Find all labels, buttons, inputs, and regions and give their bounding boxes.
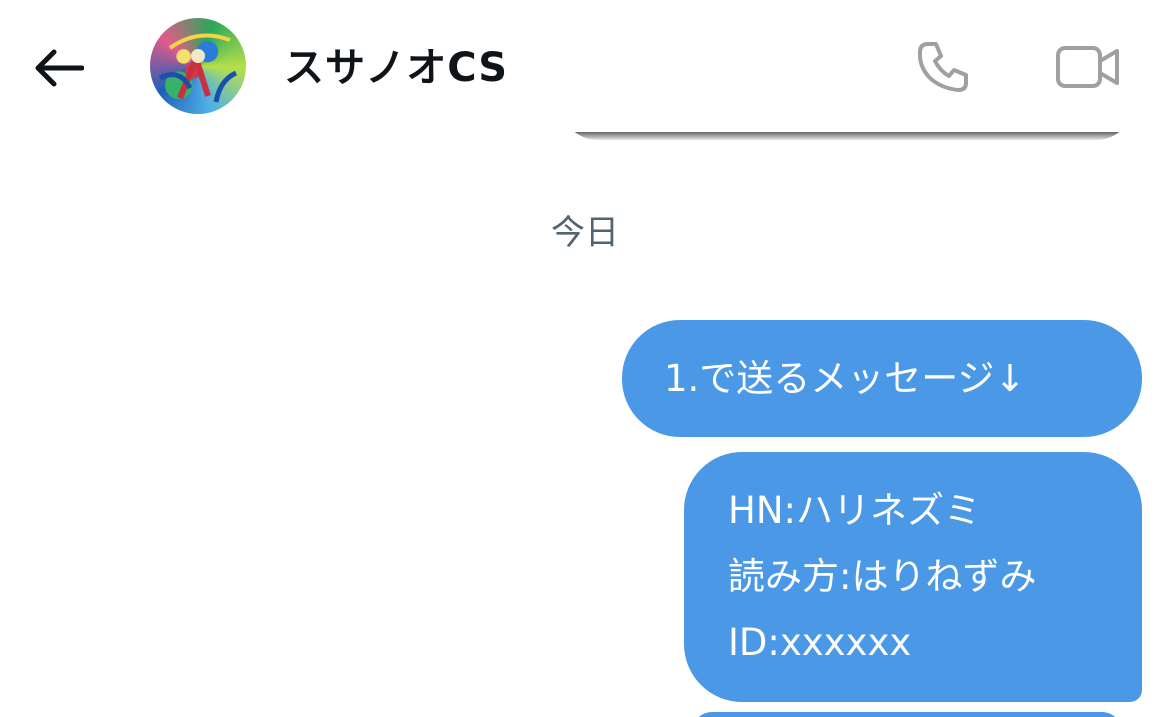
message-text: 1.で送るメッセージ↓ (664, 357, 1026, 400)
conversation-header: スサノオCS (0, 0, 1170, 132)
video-camera-icon (1056, 46, 1119, 88)
phone-icon (917, 42, 968, 92)
dm-conversation-screen: スサノオCS 今日 1.で送るメッセージ↓ HN:ハリネズミ 読み方:はりねずみ… (0, 0, 1170, 717)
date-separator: 今日 (551, 213, 619, 253)
message-text-line: 読み方:はりねずみ (728, 555, 1037, 598)
video-call-button[interactable] (1048, 32, 1128, 102)
arrow-left-icon (35, 49, 84, 87)
back-button[interactable] (26, 36, 90, 100)
message-bubble[interactable]: 1.で送るメッセージ↓ (622, 320, 1142, 437)
message-text-line: HN:ハリネズミ (728, 489, 981, 532)
contact-avatar[interactable] (150, 18, 246, 114)
voice-call-button[interactable] (908, 32, 978, 102)
avatar-image (158, 33, 238, 103)
next-message-bubble[interactable] (692, 712, 1122, 717)
message-bubble[interactable]: HN:ハリネズミ 読み方:はりねずみ ID:xxxxxx (684, 452, 1142, 702)
contact-name[interactable]: スサノオCS (284, 38, 508, 98)
message-text-line: ID:xxxxxx (728, 621, 912, 664)
